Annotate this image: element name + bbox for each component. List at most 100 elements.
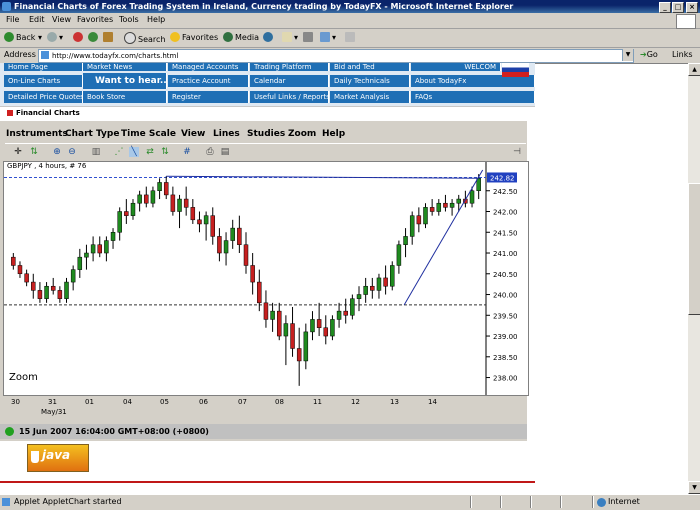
applet-menu-help[interactable]: Help <box>322 129 345 139</box>
scroll-up-button[interactable]: ▲ <box>688 63 700 76</box>
close-button[interactable]: × <box>686 2 698 13</box>
applet-menu-time-scale[interactable]: Time Scale <box>121 129 176 139</box>
links-button[interactable]: Links <box>672 50 693 59</box>
search-button[interactable]: Search <box>124 32 165 44</box>
nav-calendar[interactable]: Calendar <box>250 75 329 87</box>
price-chart[interactable]: GBPJPY , 4 hours, # 76 238.00 238.50 239.0… <box>3 161 529 396</box>
page-icon <box>41 51 49 59</box>
nav-register[interactable]: Register <box>168 91 249 103</box>
forward-button[interactable]: ▾ <box>47 32 63 42</box>
nav-market-news[interactable]: Market News <box>83 63 167 71</box>
nav-welcome: WELCOM <box>411 63 501 71</box>
y-tick-label: 240.00 <box>493 292 518 300</box>
edit-button[interactable]: ▾ <box>320 32 336 42</box>
crosshair-icon[interactable]: ✛ <box>13 147 23 157</box>
favorites-button[interactable]: Favorites <box>170 32 218 42</box>
y-tick-label: 239.00 <box>493 333 518 341</box>
menu-tools[interactable]: Tools <box>119 15 139 24</box>
discuss-button[interactable] <box>345 32 357 42</box>
menu-favorites[interactable]: Favorites <box>77 15 113 24</box>
applet-status-bar: 15 Jun 2007 16:04:00 GMT+08:00 (+0800) <box>0 424 527 439</box>
channel-icon[interactable]: ⇄ <box>145 147 155 157</box>
zoom-in-icon[interactable]: ⊕ <box>52 147 62 157</box>
applet-menu-studies[interactable]: Studies <box>247 129 285 139</box>
home-button[interactable] <box>103 32 115 42</box>
history-icon <box>263 32 273 42</box>
scroll-thumb[interactable] <box>688 183 700 315</box>
candle <box>77 256 83 270</box>
nav-detailed-price-quotes[interactable]: Detailed Price Quotes <box>4 91 83 103</box>
nav-useful-links[interactable]: Useful Links / Reports <box>250 91 329 103</box>
stop-button[interactable] <box>73 32 85 42</box>
nav-want-to-hear[interactable]: Want to hear.. <box>83 73 167 89</box>
home-icon <box>103 32 113 42</box>
menu-edit[interactable]: Edit <box>29 15 45 24</box>
nav-market-analysis[interactable]: Market Analysis <box>330 91 410 103</box>
x-tick-label: 08 <box>275 398 284 406</box>
fibonacci-icon[interactable]: ⇅ <box>160 147 170 157</box>
candle <box>183 198 189 208</box>
flag-icon <box>502 63 529 77</box>
nav-home-page[interactable]: Home Page <box>4 63 83 71</box>
candle <box>163 182 169 196</box>
media-button[interactable]: Media <box>223 32 259 42</box>
maximize-button[interactable]: □ <box>672 2 684 13</box>
applet-menu-lines[interactable]: Lines <box>213 129 240 139</box>
applet-menu-zoom[interactable]: Zoom <box>288 129 316 139</box>
address-dropdown-button[interactable]: ▼ <box>622 49 633 61</box>
auto-scale-icon[interactable]: ⇅ <box>29 147 39 157</box>
candle <box>177 198 182 212</box>
line-tool-icon[interactable]: ╲ <box>129 147 139 157</box>
ie-logo-icon <box>2 2 11 11</box>
applet-menu-instruments[interactable]: Instruments <box>6 129 68 139</box>
mail-button[interactable]: ▾ <box>282 32 298 42</box>
candle <box>11 256 16 266</box>
applet-menu-view[interactable]: View <box>181 129 205 139</box>
address-input[interactable]: http://www.todayfx.com/charts.html <box>38 49 634 63</box>
history-button[interactable] <box>263 32 275 42</box>
x-tick-label: 04 <box>123 398 132 406</box>
menu-help[interactable]: Help <box>147 15 165 24</box>
nav-managed-accounts[interactable]: Managed Accounts <box>168 63 249 71</box>
refresh-button[interactable] <box>88 32 100 42</box>
menu-file[interactable]: File <box>6 15 19 24</box>
nav-online-charts[interactable]: On-Line Charts <box>4 75 83 87</box>
candle <box>443 202 448 208</box>
section-title: Financial Charts <box>16 109 80 117</box>
bar-chart-icon[interactable]: ▥ <box>91 147 101 157</box>
candle <box>296 348 302 362</box>
print-preview-icon[interactable]: ▤ <box>220 147 230 157</box>
y-tick-label: 239.50 <box>493 312 518 320</box>
pin-icon[interactable]: ⊣ <box>512 147 522 157</box>
go-button[interactable]: ➔Go <box>640 50 658 59</box>
nav-trading-platform[interactable]: Trading Platform <box>250 63 329 71</box>
grid-icon[interactable]: # <box>182 147 192 157</box>
nav-book-store[interactable]: Book Store <box>83 91 167 103</box>
y-tick-label: 240.50 <box>493 271 518 279</box>
menu-view[interactable]: View <box>52 15 71 24</box>
print-button[interactable] <box>303 32 315 42</box>
chart-timestamp: 15 Jun 2007 16:04:00 GMT+08:00 (+0800) <box>19 427 209 436</box>
candle <box>403 236 408 245</box>
candle <box>316 319 322 328</box>
mail-icon <box>282 32 292 42</box>
minimize-button[interactable]: _ <box>659 2 671 13</box>
print-chart-icon[interactable]: ⎙ <box>205 147 215 157</box>
nav-daily-technicals[interactable]: Daily Technicals <box>330 75 410 87</box>
nav-faqs[interactable]: FAQs <box>411 91 535 103</box>
nav-practice-account[interactable]: Practice Account <box>168 75 249 87</box>
x-axis: 30 31 01 04 05 06 07 08 11 12 13 14 May/… <box>3 396 527 424</box>
scroll-down-button[interactable]: ▼ <box>688 481 700 494</box>
zoom-out-icon[interactable]: ⊖ <box>67 147 77 157</box>
trend-line-icon[interactable]: ⋰ <box>114 147 124 157</box>
back-button[interactable]: Back ▾ <box>4 32 42 42</box>
candle <box>416 215 422 225</box>
back-arrow-icon <box>4 32 14 42</box>
vertical-scrollbar[interactable]: ▲ ▼ <box>688 63 700 494</box>
y-tick-label: 242.00 <box>493 209 518 217</box>
applet-menu-chart-type[interactable]: Chart Type <box>65 129 119 139</box>
nav-bid-and-ted[interactable]: Bid and Ted <box>330 63 410 71</box>
candle <box>230 227 235 241</box>
candle <box>170 194 176 212</box>
x-tick-label: 30 <box>11 398 20 406</box>
